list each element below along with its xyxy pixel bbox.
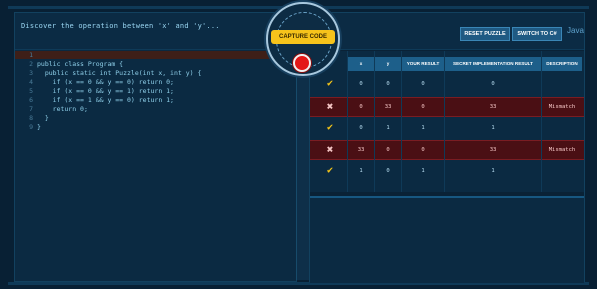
cell-description: [542, 162, 582, 180]
cell-y: 1: [386, 125, 390, 131]
table-row: ✖ 0 33 0 33 Mismatch: [310, 97, 584, 117]
capture-code-button[interactable]: CAPTURE CODE: [271, 30, 335, 44]
line-number: 8: [29, 114, 33, 122]
code-line[interactable]: 7 return 0;: [15, 105, 296, 113]
cell-x: 0: [359, 81, 363, 87]
code-line[interactable]: 3 public static int Puzzle(int x, int y)…: [15, 69, 296, 77]
code-line[interactable]: 1: [15, 51, 296, 59]
cell-your-result: 0: [421, 104, 425, 110]
cell-y: 0: [386, 168, 390, 174]
cell-your-result: 0: [421, 81, 425, 87]
cell-your-result: 1: [421, 125, 425, 131]
line-number: 7: [29, 105, 33, 113]
code-text: if (x == 0 && y == 1) return 1;: [37, 87, 174, 95]
code-line[interactable]: 9}: [15, 123, 296, 131]
cell-secret-result: 0: [491, 81, 495, 87]
code-line[interactable]: 4 if (x == 0 && y == 0) return 0;: [15, 78, 296, 86]
code-text: return 0;: [37, 105, 88, 113]
column-header-description: DESCRIPTION: [542, 57, 582, 71]
cell-your-result: 0: [421, 147, 425, 153]
cell-x: 33: [357, 147, 365, 153]
results-panel: RESET PUZZLE SWITCH TO C# Java x y YOUR …: [309, 12, 585, 283]
table-row: ✔ 0 1 1 1: [310, 119, 584, 137]
cell-description: [542, 119, 582, 137]
column-divider: [347, 51, 348, 192]
column-divider: [374, 51, 375, 192]
line-number: 6: [29, 96, 33, 104]
line-number: 4: [29, 78, 33, 86]
switch-language-button[interactable]: SWITCH TO C#: [512, 27, 562, 41]
code-text: if (x == 0 && y == 0) return 0;: [37, 78, 174, 86]
output-area: [310, 196, 584, 283]
cell-description: Mismatch: [548, 147, 576, 153]
checkmark-icon: ✔: [326, 78, 334, 89]
line-number: 3: [29, 69, 33, 77]
code-text: }: [37, 123, 41, 131]
column-header-your-result: YOUR RESULT: [402, 57, 444, 71]
table-row: ✖ 33 0 0 33 Mismatch: [310, 140, 584, 160]
puzzle-header: Discover the operation between 'x' and '…: [15, 13, 296, 50]
code-line[interactable]: 8 }: [15, 114, 296, 122]
code-line[interactable]: 2 public class Program {: [15, 60, 296, 68]
cell-y: 33: [384, 104, 392, 110]
cell-secret-result: 33: [489, 147, 497, 153]
cell-y: 0: [386, 147, 390, 153]
cell-x: 0: [359, 104, 363, 110]
checkmark-icon: ✔: [326, 122, 334, 133]
puzzle-description: Discover the operation between 'x' and '…: [21, 22, 220, 30]
checkmark-icon: ✔: [326, 165, 334, 176]
cell-description: Mismatch: [548, 104, 576, 110]
cross-icon: ✖: [326, 143, 334, 156]
line-number: 5: [29, 87, 33, 95]
code-text: }: [37, 114, 49, 122]
cell-secret-result: 33: [489, 104, 497, 110]
column-divider: [541, 51, 542, 192]
column-divider: [444, 51, 445, 192]
column-header-secret-result: SECRET IMPLEMENTATION RESULT: [445, 57, 541, 71]
code-text: public class Program {: [37, 60, 124, 68]
cell-description: [542, 75, 582, 93]
column-header-y: y: [375, 57, 401, 71]
cell-y: 0: [386, 81, 390, 87]
cell-your-result: 1: [421, 168, 425, 174]
cell-secret-result: 1: [491, 125, 495, 131]
cell-x: 0: [359, 125, 363, 131]
code-line[interactable]: 6 if (x == 1 && y == 0) return 1;: [15, 96, 296, 104]
cell-x: 1: [359, 168, 363, 174]
code-panel: Discover the operation between 'x' and '…: [14, 12, 297, 282]
results-toolbar: RESET PUZZLE SWITCH TO C# Java: [310, 13, 584, 50]
language-label: Java: [567, 26, 584, 35]
column-header-x: x: [348, 57, 374, 71]
cell-secret-result: 1: [491, 168, 495, 174]
line-number: 9: [29, 123, 33, 131]
table-row: ✔ 0 0 0 0: [310, 75, 584, 93]
column-divider: [401, 51, 402, 192]
code-editor[interactable]: 1 2 public class Program { 3 public stati…: [15, 51, 296, 281]
line-number: 2: [29, 60, 33, 68]
cross-icon: ✖: [326, 100, 334, 113]
reset-puzzle-button[interactable]: RESET PUZZLE: [460, 27, 510, 41]
code-text: if (x == 1 && y == 0) return 1;: [37, 96, 174, 104]
table-row: ✔ 1 0 1 1: [310, 162, 584, 180]
results-table: x y YOUR RESULT SECRET IMPLEMENTATION RE…: [310, 51, 584, 192]
code-line[interactable]: 5 if (x == 0 && y == 1) return 1;: [15, 87, 296, 95]
record-icon[interactable]: [293, 54, 311, 72]
code-text: public static int Puzzle(int x, int y) {: [37, 69, 202, 77]
line-number: 1: [29, 51, 33, 59]
